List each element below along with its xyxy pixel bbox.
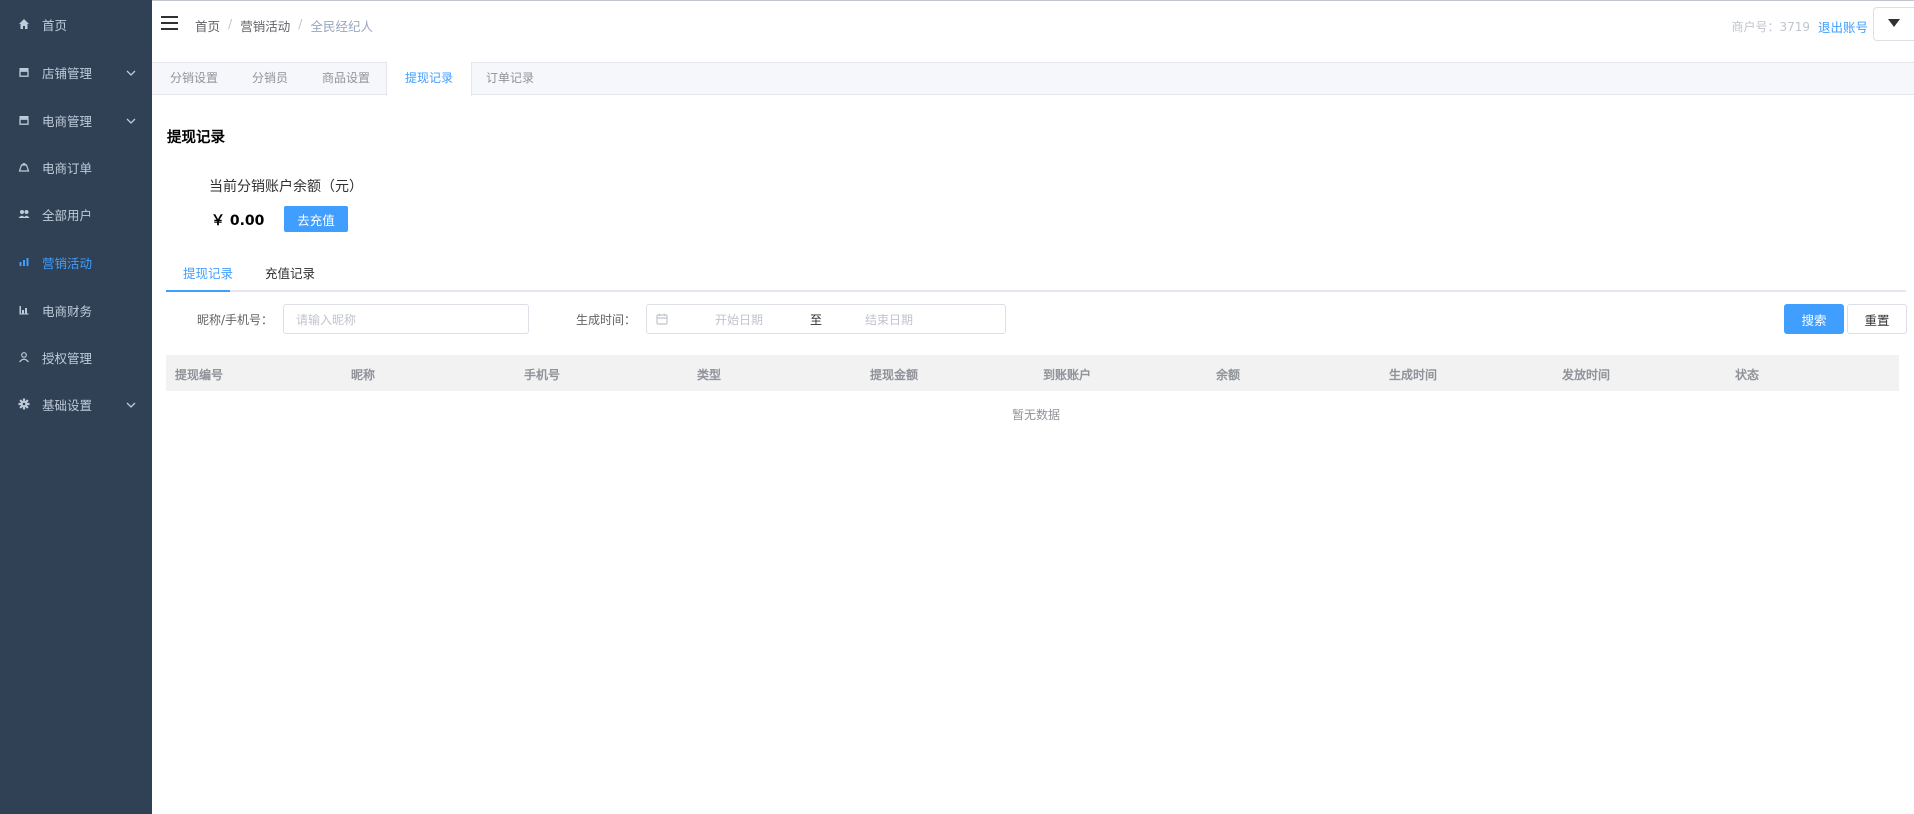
home-icon bbox=[17, 17, 31, 31]
breadcrumb: 首页 / 营销活动 / 全民经纪人 bbox=[195, 16, 373, 35]
sidebar-item-store[interactable]: 店铺管理 bbox=[0, 52, 152, 92]
date-range-picker[interactable]: 开始日期 至 结束日期 bbox=[646, 304, 1006, 334]
dropdown-button[interactable] bbox=[1873, 7, 1914, 41]
breadcrumb-home[interactable]: 首页 bbox=[195, 16, 220, 35]
balance-label: 当前分销账户余额（元） bbox=[209, 179, 363, 195]
merchant-id: 商户号：3719 bbox=[1731, 20, 1810, 34]
sidebar-item-label: 电商管理 bbox=[42, 113, 93, 129]
chart-icon bbox=[17, 255, 31, 269]
chevron-down-icon bbox=[126, 114, 136, 124]
tab-product-settings[interactable]: 商品设置 bbox=[304, 62, 388, 95]
end-date-input[interactable]: 结束日期 bbox=[865, 311, 913, 328]
sidebar-item-home[interactable]: 首页 bbox=[0, 4, 152, 44]
users-icon bbox=[17, 207, 31, 221]
sidebar-item-label: 营销活动 bbox=[42, 255, 93, 271]
chevron-down-icon bbox=[126, 398, 136, 408]
finance-icon bbox=[17, 303, 31, 317]
sidebar: 首页 店铺管理 电商管理 电商订单 全部用户 营销活动 电商财务 授权管理 基础… bbox=[0, 0, 152, 814]
sidebar-item-marketing[interactable]: 营销活动 bbox=[0, 242, 152, 282]
empty-table-message: 暂无数据 bbox=[1012, 408, 1061, 422]
sidebar-item-label: 基础设置 bbox=[42, 397, 93, 413]
logout-link[interactable]: 退出账号 bbox=[1818, 17, 1868, 36]
breadcrumb-current: 全民经纪人 bbox=[310, 19, 373, 34]
start-date-input[interactable]: 开始日期 bbox=[715, 311, 763, 328]
column-header: 类型 bbox=[697, 368, 722, 382]
top-navbar: 首页 / 营销活动 / 全民经纪人 商户号：3719 退出账号 bbox=[152, 0, 1914, 62]
input-placeholder: 请输入昵称 bbox=[296, 312, 357, 327]
breadcrumb-separator: / bbox=[298, 16, 303, 31]
sidebar-item-settings[interactable]: 基础设置 bbox=[0, 384, 152, 424]
search-button[interactable]: 搜索 bbox=[1784, 304, 1844, 334]
subtab-label: 提现记录 bbox=[183, 266, 234, 281]
breadcrumb-separator: / bbox=[228, 16, 233, 31]
store-icon bbox=[17, 65, 31, 79]
column-header: 手机号 bbox=[524, 368, 561, 382]
column-header: 生成时间 bbox=[1389, 368, 1438, 382]
sidebar-item-label: 电商财务 bbox=[42, 303, 93, 319]
order-icon bbox=[17, 160, 31, 174]
column-header: 昵称 bbox=[351, 368, 376, 382]
recharge-button[interactable]: 去充值 bbox=[284, 206, 348, 232]
subtab-withdraw-records[interactable]: 提现记录 bbox=[183, 262, 233, 292]
chevron-down-icon bbox=[126, 66, 136, 76]
sidebar-item-label: 首页 bbox=[42, 17, 68, 33]
sidebar-item-label: 全部用户 bbox=[42, 207, 93, 223]
column-header: 余额 bbox=[1216, 368, 1241, 382]
column-header: 到账账户 bbox=[1043, 368, 1092, 382]
column-header: 提现金额 bbox=[870, 368, 919, 382]
tab-distribution-settings[interactable]: 分销设置 bbox=[152, 62, 236, 95]
date-range-separator: 至 bbox=[810, 312, 823, 327]
gear-icon bbox=[17, 397, 31, 411]
sidebar-item-orders[interactable]: 电商订单 bbox=[0, 147, 152, 187]
generated-time-label: 生成时间： bbox=[576, 313, 637, 327]
page-title: 提现记录 bbox=[167, 129, 225, 146]
page-tabs: 分销设置 分销员 商品设置 提现记录 订单记录 bbox=[152, 62, 1914, 96]
sidebar-item-shop[interactable]: 电商管理 bbox=[0, 100, 152, 140]
sidebar-item-label: 电商订单 bbox=[42, 160, 93, 176]
sidebar-item-label: 店铺管理 bbox=[42, 65, 93, 81]
shop-icon bbox=[17, 113, 31, 127]
user-icon bbox=[17, 350, 31, 364]
sidebar-item-label: 授权管理 bbox=[42, 350, 93, 366]
balance-value: ￥ 0.00 bbox=[211, 213, 265, 229]
caret-down-icon bbox=[1888, 17, 1900, 32]
hamburger-menu-icon[interactable] bbox=[161, 16, 178, 30]
sidebar-item-auth[interactable]: 授权管理 bbox=[0, 337, 152, 377]
column-header: 发放时间 bbox=[1562, 368, 1611, 382]
calendar-icon bbox=[656, 313, 668, 325]
reset-button[interactable]: 重置 bbox=[1847, 304, 1907, 334]
nickname-phone-label: 昵称/手机号： bbox=[197, 313, 274, 327]
tab-distributors[interactable]: 分销员 bbox=[234, 62, 306, 95]
column-header: 状态 bbox=[1735, 368, 1760, 382]
breadcrumb-marketing[interactable]: 营销活动 bbox=[240, 16, 290, 35]
tab-withdraw-records[interactable]: 提现记录 bbox=[386, 62, 473, 96]
record-subtabs: 提现记录 充值记录 bbox=[166, 262, 1906, 292]
tab-order-records[interactable]: 订单记录 bbox=[468, 62, 552, 95]
active-subtab-indicator bbox=[166, 290, 230, 292]
subtab-label: 充值记录 bbox=[265, 266, 316, 281]
column-header: 提现编号 bbox=[175, 368, 224, 382]
sidebar-item-users[interactable]: 全部用户 bbox=[0, 194, 152, 234]
table-header: 提现编号 昵称 手机号 类型 提现金额 到账账户 余额 生成时间 发放时间 状态 bbox=[166, 355, 1899, 391]
nickname-search-input[interactable]: 请输入昵称 bbox=[283, 304, 529, 334]
subtab-recharge-records[interactable]: 充值记录 bbox=[265, 262, 315, 292]
sidebar-item-finance[interactable]: 电商财务 bbox=[0, 290, 152, 330]
